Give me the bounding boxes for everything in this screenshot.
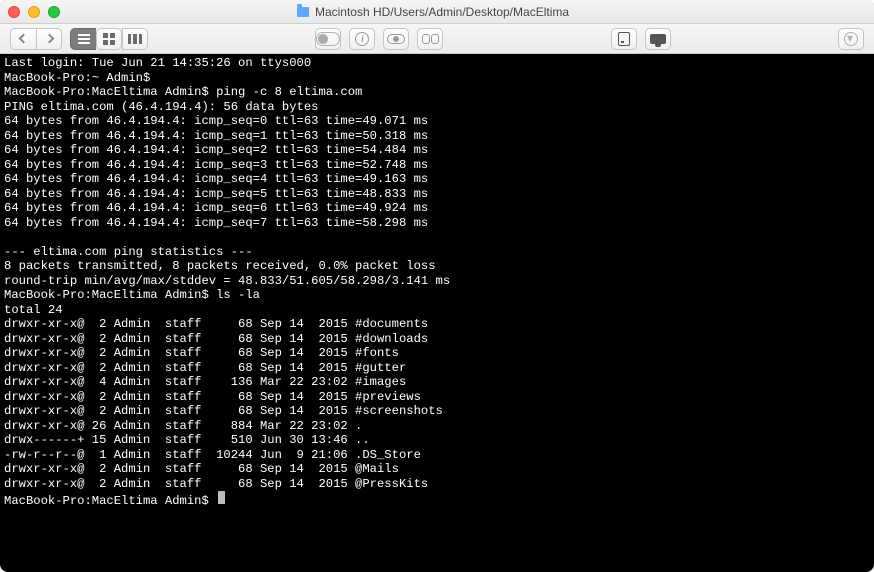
terminal-output[interactable]: Last login: Tue Jun 21 14:35:26 on ttys0… (0, 54, 874, 572)
binoculars-icon (422, 34, 439, 44)
columns-icon (128, 34, 142, 44)
downloads-button[interactable] (838, 28, 864, 50)
view-columns-button[interactable] (122, 28, 148, 50)
window-title: Macintosh HD/Users/Admin/Desktop/MacElti… (60, 5, 806, 19)
grid-icon (103, 33, 115, 45)
close-window-button[interactable] (8, 6, 20, 18)
view-list-button[interactable] (70, 28, 96, 50)
toolbar: i (0, 24, 874, 54)
nav-forward-button[interactable] (36, 28, 62, 50)
preview-button[interactable] (383, 28, 409, 50)
window-path-label: Macintosh HD/Users/Admin/Desktop/MacElti… (315, 5, 569, 19)
eye-icon (387, 34, 405, 44)
appearance-toggle[interactable] (315, 28, 341, 50)
nav-segment (10, 28, 62, 50)
folder-icon (297, 7, 309, 17)
display-button[interactable] (645, 28, 671, 50)
info-icon: i (355, 32, 369, 46)
disk-button[interactable] (611, 28, 637, 50)
terminal-cursor (218, 491, 225, 504)
switch-icon (316, 32, 340, 46)
view-grid-button[interactable] (96, 28, 122, 50)
terminal-prompt: MacBook-Pro:MacEltima Admin$ (4, 494, 216, 508)
nav-back-button[interactable] (10, 28, 36, 50)
chevron-left-icon (19, 34, 29, 44)
minimize-window-button[interactable] (28, 6, 40, 18)
view-mode-segment (70, 28, 148, 50)
list-icon (78, 34, 90, 44)
window-titlebar: Macintosh HD/Users/Admin/Desktop/MacElti… (0, 0, 874, 24)
search-button[interactable] (417, 28, 443, 50)
monitor-icon (650, 34, 666, 44)
hard-disk-icon (618, 32, 630, 46)
info-button[interactable]: i (349, 28, 375, 50)
download-icon (844, 32, 858, 46)
chevron-right-icon (44, 34, 54, 44)
zoom-window-button[interactable] (48, 6, 60, 18)
window-controls (8, 6, 60, 18)
